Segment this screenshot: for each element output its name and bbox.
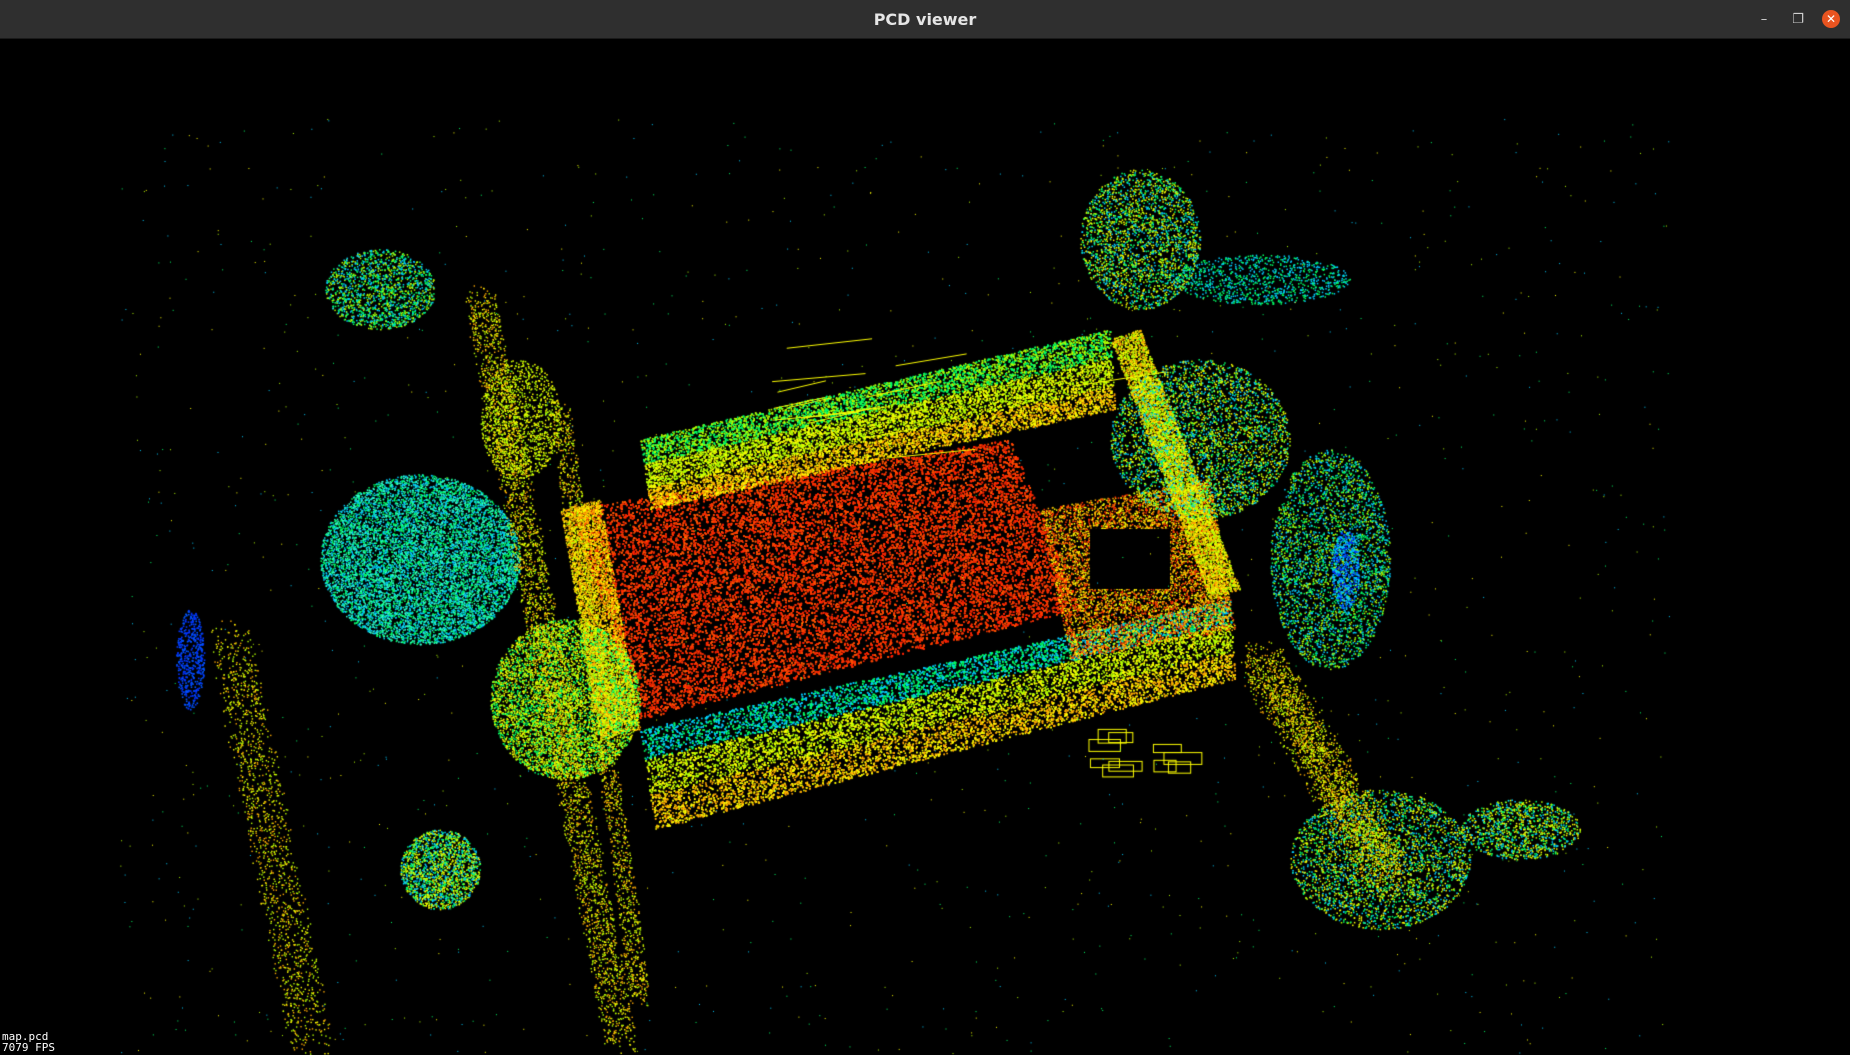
window-title: PCD viewer bbox=[873, 9, 977, 29]
point-cloud-canvas[interactable] bbox=[0, 39, 1850, 1055]
fps-counter: 7079 FPS bbox=[2, 1041, 55, 1054]
window-titlebar[interactable]: PCD viewer – ❐ ✕ bbox=[0, 0, 1850, 39]
viewer-info-overlay: map.pcd 7079 FPS bbox=[2, 1031, 55, 1053]
minimize-icon[interactable]: – bbox=[1754, 9, 1774, 29]
restore-icon[interactable]: ❐ bbox=[1788, 9, 1808, 29]
close-icon[interactable]: ✕ bbox=[1822, 10, 1840, 28]
window-controls: – ❐ ✕ bbox=[1754, 0, 1840, 38]
point-cloud-viewport[interactable]: map.pcd 7079 FPS bbox=[0, 39, 1850, 1055]
